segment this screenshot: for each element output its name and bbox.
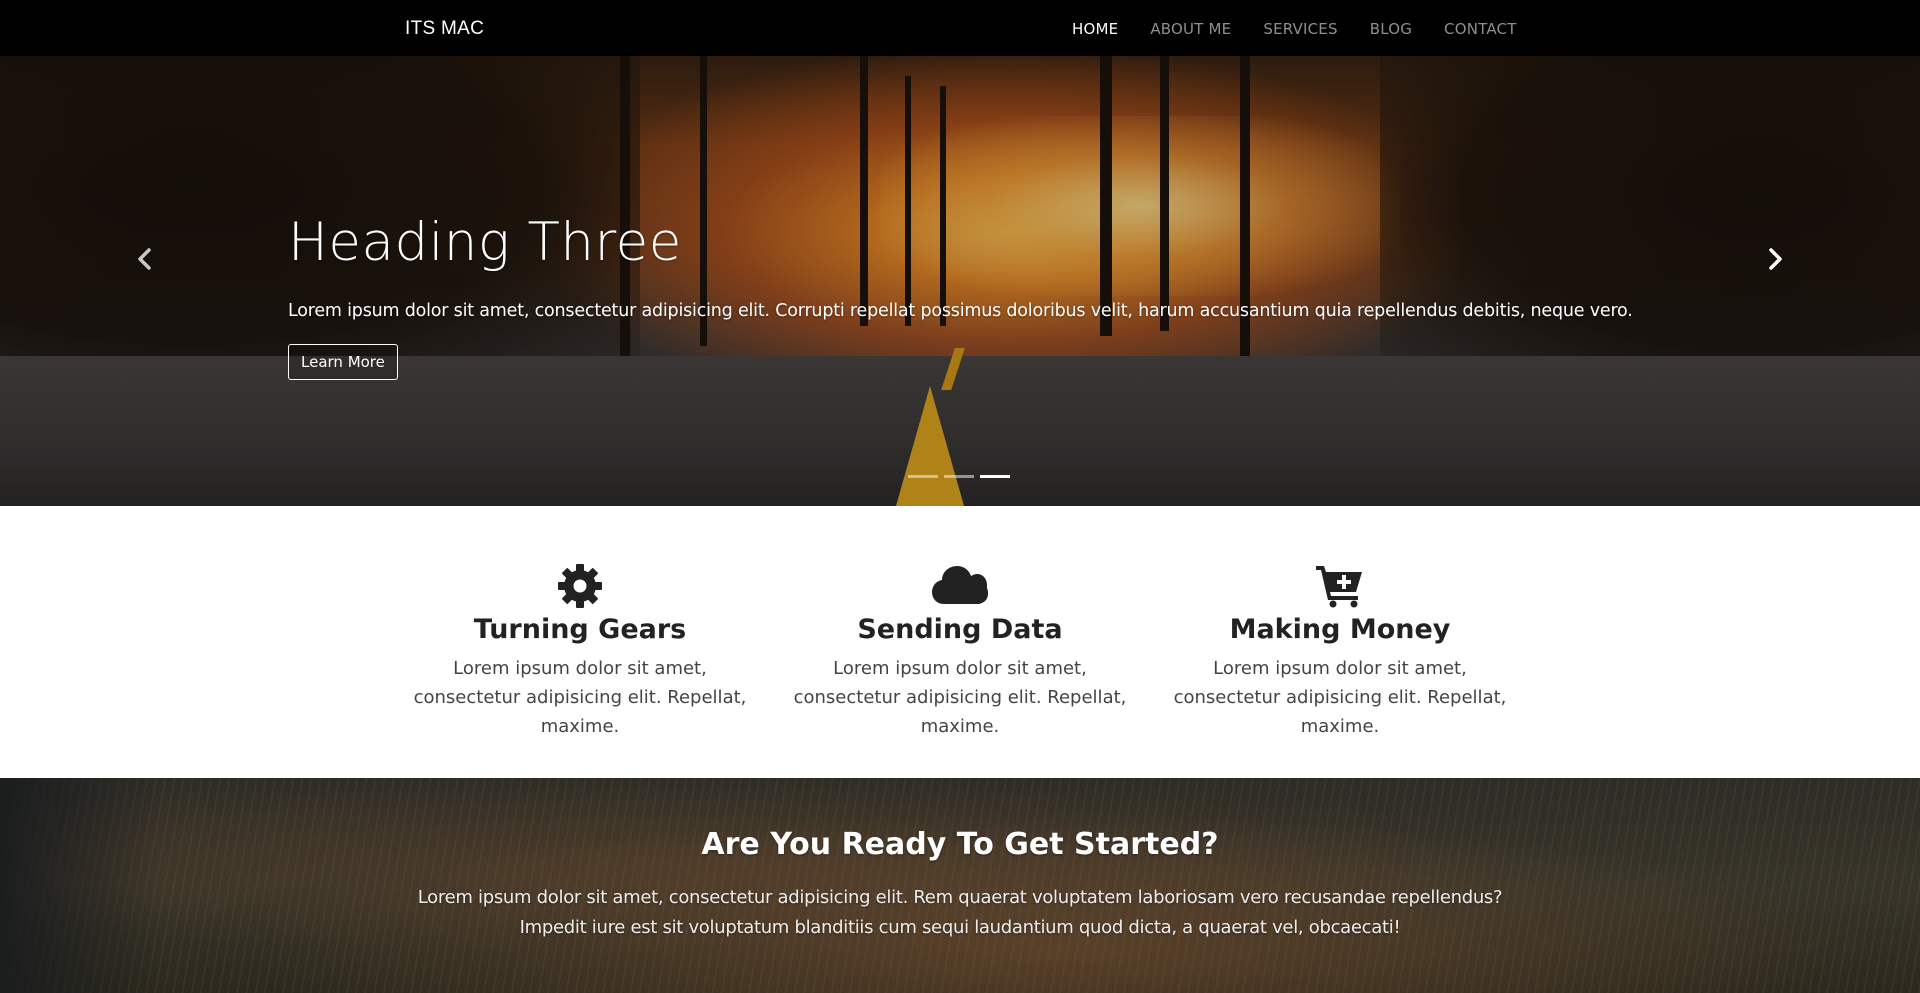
brand-logo[interactable]: ITS MAC [405,18,484,40]
carousel-indicator-1[interactable] [908,475,938,478]
cloud-icon [932,564,988,608]
nav-link-about-me[interactable]: ABOUT ME [1150,20,1231,38]
cart-plus-icon [1316,564,1364,608]
feature-text: Lorem ipsum dolor sit amet, consectetur … [1173,658,1507,737]
nav-link-home[interactable]: HOME [1072,20,1118,38]
feature-title: Making Money [1229,614,1451,645]
nav-link-services[interactable]: SERVICES [1263,20,1337,38]
hero-caption: Heading Three Lorem ipsum dolor sit amet… [288,212,1638,380]
feature-making-money: Making Money Lorem ipsum dolor sit amet,… [1150,564,1530,741]
feature-text: Lorem ipsum dolor sit amet, consectetur … [413,658,747,737]
feature-title: Sending Data [857,614,1063,645]
cta-section: Are You Ready To Get Started? Lorem ipsu… [0,778,1920,993]
carousel-indicator-2[interactable] [944,475,974,478]
features-section: Turning Gears Lorem ipsum dolor sit amet… [0,506,1920,778]
nav-links: HOME ABOUT ME SERVICES BLOG CONTACT [1072,20,1549,38]
nav-link-blog[interactable]: BLOG [1370,20,1412,38]
chevron-left-icon[interactable] [132,246,158,272]
carousel-indicators [908,475,1010,478]
feature-title: Turning Gears [473,614,687,645]
chevron-right-icon[interactable] [1762,246,1788,272]
gear-icon [556,564,604,608]
hero-heading: Heading Three [288,212,682,273]
feature-sending-data: Sending Data Lorem ipsum dolor sit amet,… [770,564,1150,741]
feature-text: Lorem ipsum dolor sit amet, consectetur … [793,658,1127,737]
navbar: ITS MAC HOME ABOUT ME SERVICES BLOG CONT… [0,0,1920,56]
cta-title: Are You Ready To Get Started? [701,827,1219,862]
hero-carousel: Heading Three Lorem ipsum dolor sit amet… [0,56,1920,506]
hero-text: Lorem ipsum dolor sit amet, consectetur … [288,301,1633,321]
feature-turning-gears: Turning Gears Lorem ipsum dolor sit amet… [390,564,770,741]
cta-text: Lorem ipsum dolor sit amet, consectetur … [417,887,1503,938]
nav-link-contact[interactable]: CONTACT [1444,20,1517,38]
learn-more-button[interactable]: Learn More [288,343,398,380]
carousel-indicator-3[interactable] [980,475,1010,478]
